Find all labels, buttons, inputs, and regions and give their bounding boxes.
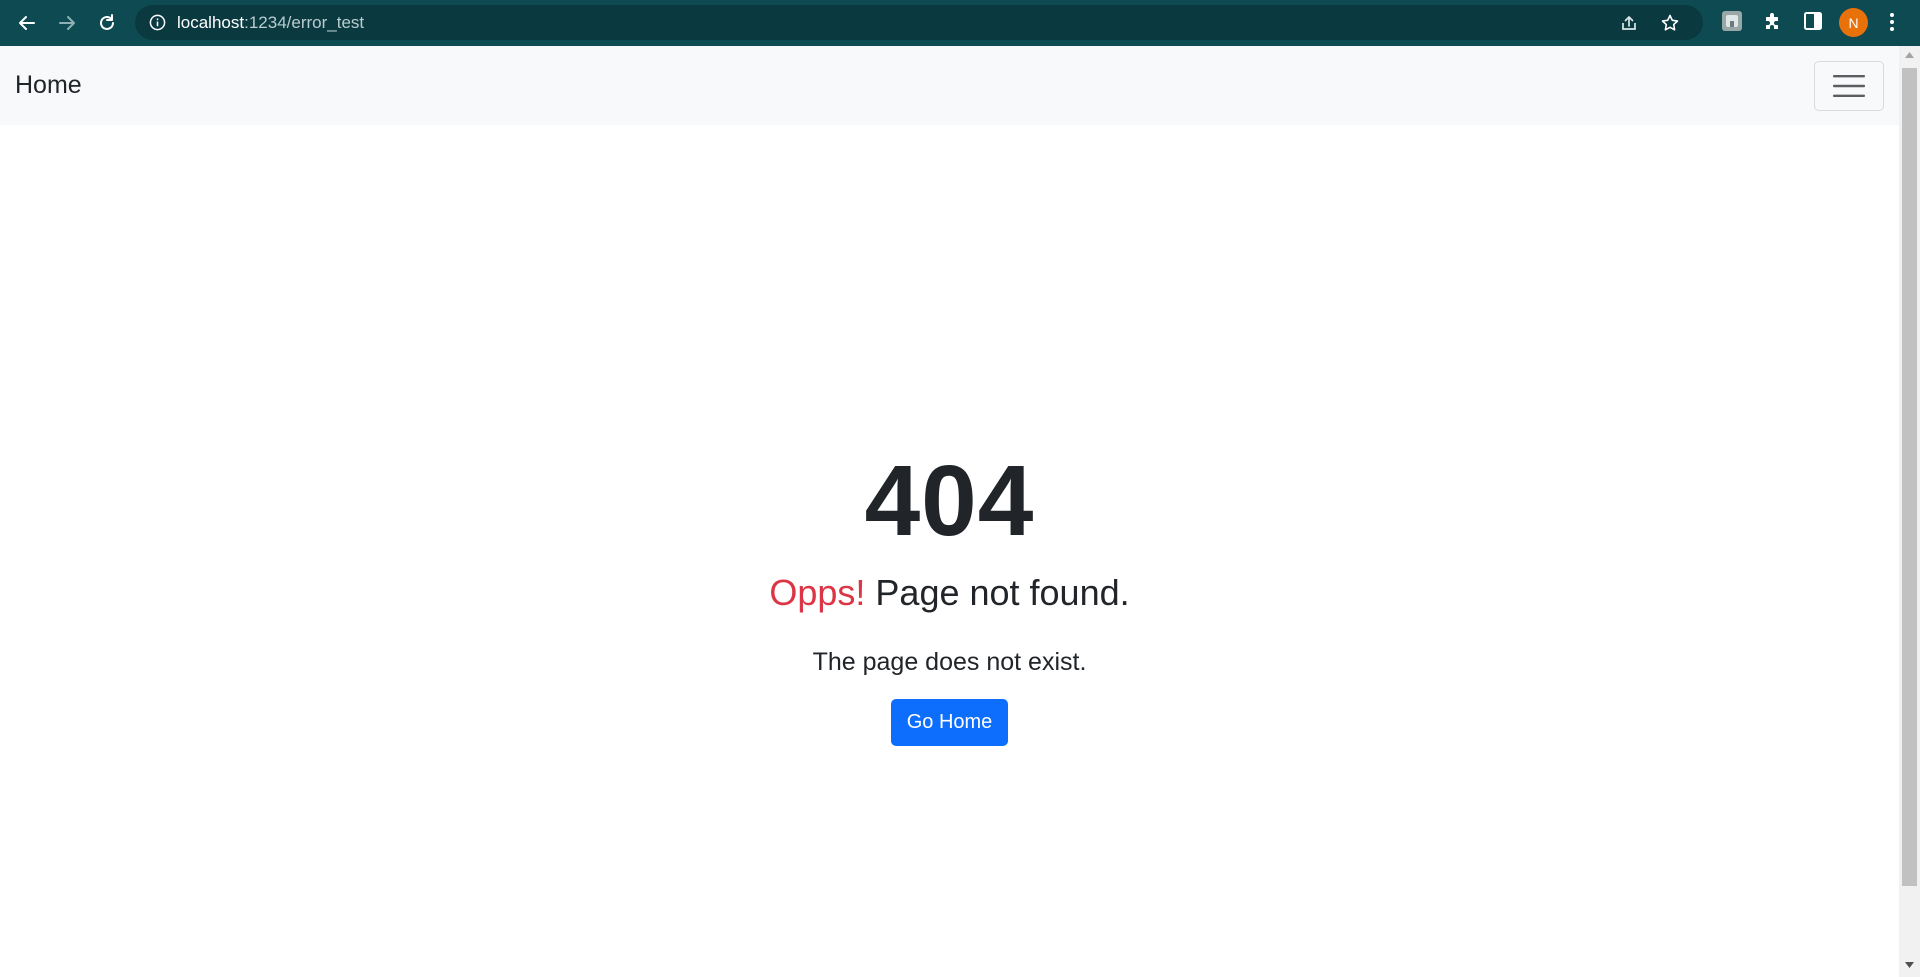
side-panel-icon[interactable] [1802, 10, 1824, 32]
profile-avatar[interactable]: N [1839, 8, 1868, 37]
url-text[interactable]: localhost:1234/error_test [177, 5, 364, 40]
star-icon[interactable] [1660, 13, 1680, 33]
hamburger-icon [1833, 75, 1865, 97]
scroll-down-arrow-icon[interactable] [1905, 962, 1914, 968]
error-headline-accent: Opps! [769, 572, 866, 613]
scrollbar-thumb[interactable] [1902, 68, 1917, 886]
address-bar[interactable]: localhost:1234/error_test [135, 5, 1703, 40]
vertical-scrollbar[interactable] [1899, 46, 1920, 977]
info-icon[interactable] [149, 14, 166, 31]
error-content: 404 Opps! Page not found. The page does … [0, 46, 1899, 977]
navbar-toggler-button[interactable] [1814, 61, 1884, 111]
scroll-up-arrow-icon[interactable] [1905, 52, 1914, 58]
navbar: Home [0, 46, 1899, 125]
error-headline-text: Page not found. [865, 572, 1130, 613]
extension-icon[interactable] [1721, 10, 1743, 32]
forward-button[interactable] [52, 8, 82, 38]
browser-toolbar: localhost:1234/error_test N [0, 0, 1920, 46]
arrow-left-icon [19, 16, 35, 30]
arrow-right-icon [59, 16, 75, 30]
share-icon[interactable] [1619, 13, 1639, 33]
error-message: The page does not exist. [812, 648, 1087, 676]
reload-button[interactable] [92, 8, 122, 38]
page-viewport: 404 Opps! Page not found. The page does … [0, 46, 1899, 977]
url-path: :1234/error_test [244, 13, 365, 32]
puzzle-icon[interactable] [1762, 10, 1784, 32]
error-code: 404 [864, 445, 1035, 557]
back-button[interactable] [12, 8, 42, 38]
url-host: localhost [177, 13, 245, 32]
navbar-brand[interactable]: Home [15, 46, 82, 125]
reload-icon [100, 14, 114, 30]
error-headline: Opps! Page not found. [0, 571, 1899, 615]
go-home-button[interactable]: Go Home [891, 699, 1008, 746]
kebab-menu-icon[interactable] [1886, 10, 1898, 34]
